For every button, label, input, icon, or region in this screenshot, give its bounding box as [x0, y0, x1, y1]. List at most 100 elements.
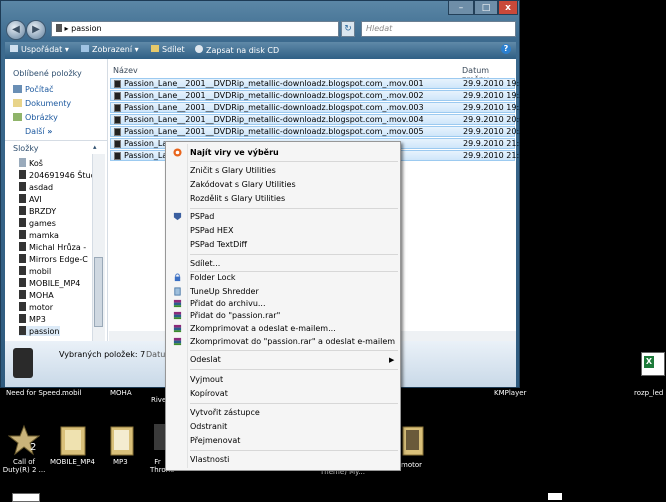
forward-button[interactable]: ▶ [26, 20, 46, 40]
minimize-button[interactable]: – [448, 1, 474, 15]
scrollbar-thumb[interactable] [94, 257, 103, 327]
folder-mp3-icon[interactable] [110, 424, 134, 456]
folder-icon [19, 194, 26, 203]
documents-icon [13, 99, 22, 107]
menu-item-create-shortcut[interactable]: Vytvořit zástupce [190, 408, 260, 418]
organize-label: Uspořádat [21, 45, 63, 54]
menu-item-copy[interactable]: Kopírovat [190, 389, 228, 399]
chevron-up-icon[interactable]: ▴ [93, 143, 97, 151]
folder-mobile-mp4-icon[interactable] [60, 424, 86, 456]
tree-item-folder[interactable]: MOBILE_MP4 [19, 278, 80, 288]
menu-item-delete[interactable]: Odstranit [190, 422, 227, 432]
refresh-icon[interactable]: ↻ [341, 21, 355, 37]
menu-item-pspad[interactable]: PSPad [190, 212, 214, 222]
navigation-pane: Oblíbené položky Počítač Dokumenty Obráz… [5, 59, 108, 341]
tree-item-folder[interactable]: MP3 [19, 314, 46, 324]
desktop-label-moha[interactable]: MOHA [110, 389, 132, 397]
menu-item-cut[interactable]: Vyjmout [190, 375, 223, 385]
menu-item-compress-rar-email[interactable]: Zkomprimovat do "passion.rar" a odeslat … [190, 337, 395, 347]
maximize-button[interactable]: □ [474, 1, 498, 15]
fav-computer[interactable]: Počítač [13, 85, 54, 94]
menu-item-glary-encrypt[interactable]: Zakódovat s Glary Utilities [190, 180, 296, 190]
winrar-icon [173, 299, 182, 308]
organize-button[interactable]: Uspořádat ▾ [10, 45, 69, 54]
menu-item-add-to-archive[interactable]: Přidat do archivu... [190, 299, 266, 309]
help-icon[interactable]: ? [501, 44, 511, 54]
menu-item-share[interactable]: Sdílet... [190, 259, 220, 269]
fav-pictures[interactable]: Obrázky [13, 113, 58, 122]
tree-item-folder[interactable]: MOHA [19, 290, 54, 300]
menu-item-compress-email[interactable]: Zkomprimovat a odeslat e-mailem... [190, 324, 336, 334]
back-button[interactable]: ◀ [6, 20, 26, 40]
menu-item-add-to-rar[interactable]: Přidat do "passion.rar" [190, 311, 280, 321]
table-row[interactable]: Passion_Lane__2001__DVDRip_metallic-down… [110, 114, 529, 125]
search-input[interactable]: Hledat [361, 21, 516, 37]
tree-label: BRZDY [29, 207, 57, 216]
tree-item-folder[interactable]: asdad [19, 182, 53, 192]
fav-more[interactable]: Další » [25, 127, 52, 136]
column-name[interactable]: Název [113, 66, 138, 75]
desktop-label-mobile-mp4[interactable]: MOBILE_MP4 [50, 458, 95, 466]
desktop-label-nfs[interactable]: Need for Speed... [6, 389, 67, 397]
desktop-label-kmplayer[interactable]: KMPlayer [494, 389, 526, 397]
close-button[interactable]: x [498, 1, 518, 15]
table-row[interactable]: Passion_Lane__2001__DVDRip_metallic-down… [110, 78, 529, 89]
file-name: Passion_Lane__2001__DVDRip_metallic-down… [124, 91, 424, 100]
navpane-scrollbar[interactable] [92, 154, 105, 341]
menu-item-pspad-hex[interactable]: PSPad HEX [190, 226, 233, 236]
burn-button[interactable]: Zapsat na disk CD [195, 45, 279, 55]
desktop-label-rozp-led[interactable]: rozp_led [634, 389, 663, 397]
desktop-label-cod[interactable]: Call of Duty(R) 2 ... [2, 458, 46, 474]
tree-item-kos[interactable]: Koš [19, 158, 43, 168]
desktop-label-mobil[interactable]: mobil [62, 389, 81, 397]
share-button[interactable]: Sdílet [151, 45, 185, 54]
shredder-icon [174, 287, 181, 296]
call-of-duty-icon[interactable]: 2 [7, 424, 41, 456]
menu-separator [190, 161, 398, 162]
menu-item-properties[interactable]: Vlastnosti [190, 455, 229, 465]
menu-item-pspad-textdiff[interactable]: PSPad TextDiff [190, 240, 247, 250]
address-text[interactable]: passion [71, 24, 102, 33]
folders-header[interactable]: Složky ▴ [5, 140, 107, 153]
table-row[interactable]: Passion_Lane__2001__DVDRip_metallic-down… [110, 126, 529, 137]
desktop-label-motor[interactable]: motor [401, 461, 422, 469]
tree-item-folder[interactable]: mamka [19, 230, 59, 240]
menu-item-glary-split[interactable]: Rozdělit s Glary Utilities [190, 194, 285, 204]
tree-item-folder[interactable]: motor [19, 302, 53, 312]
tree-item-folder[interactable]: Mirrors Edge-C [19, 254, 88, 264]
folder-icon [19, 314, 26, 323]
tree-item-folder[interactable]: games [19, 218, 56, 228]
menu-item-tuneup-shredder[interactable]: TuneUp Shredder [190, 287, 259, 297]
desktop-label-throne[interactable]: Fr Throne [150, 458, 174, 474]
excel-file-icon[interactable]: X [641, 352, 665, 376]
menu-separator [190, 271, 398, 272]
file-icon [114, 128, 121, 136]
file-icon [114, 92, 121, 100]
menu-item-scan[interactable]: Najít viry ve výběru [190, 148, 279, 158]
tree-item-folder[interactable]: Michal Hrůza - [19, 242, 86, 252]
table-row[interactable]: Passion_Lane__2001__DVDRip_metallic-down… [110, 90, 529, 101]
menu-item-rename[interactable]: Přejmenovat [190, 436, 240, 446]
views-button[interactable]: Zobrazení ▾ [81, 45, 139, 54]
folder-icon [19, 218, 26, 227]
tree-item-passion[interactable]: passion [19, 326, 60, 336]
menu-item-folder-lock[interactable]: Folder Lock [190, 273, 236, 283]
fav-documents[interactable]: Dokumenty [13, 99, 71, 108]
table-row[interactable]: Passion_Lane__2001__DVDRip_metallic-down… [110, 102, 529, 113]
tree-item-folder[interactable]: 204691946 Štuc [19, 170, 95, 180]
tree-item-folder[interactable]: mobil [19, 266, 51, 276]
menu-item-send-to[interactable]: Odeslat [190, 355, 221, 365]
window-titlebar[interactable]: ◀ ▶ ▸ passion ↻ Hledat – □ x [1, 1, 519, 41]
desktop-partial-icon[interactable] [12, 493, 40, 502]
desktop-label-rive[interactable]: Rive [151, 396, 166, 404]
tree-item-folder[interactable]: BRZDY [19, 206, 56, 216]
tree-label: games [29, 219, 56, 228]
pictures-icon [13, 113, 22, 121]
folder-motor-icon[interactable] [402, 424, 424, 456]
menu-item-glary-shred[interactable]: Zničit s Glary Utilities [190, 166, 276, 176]
desktop-label-mp3[interactable]: MP3 [113, 458, 128, 466]
desktop-partial-icon[interactable] [548, 493, 562, 500]
file-date: 29.9.2010 20:07 [463, 115, 530, 124]
tree-item-folder[interactable]: AVI [19, 194, 42, 204]
address-bar[interactable]: ▸ passion [51, 21, 339, 37]
